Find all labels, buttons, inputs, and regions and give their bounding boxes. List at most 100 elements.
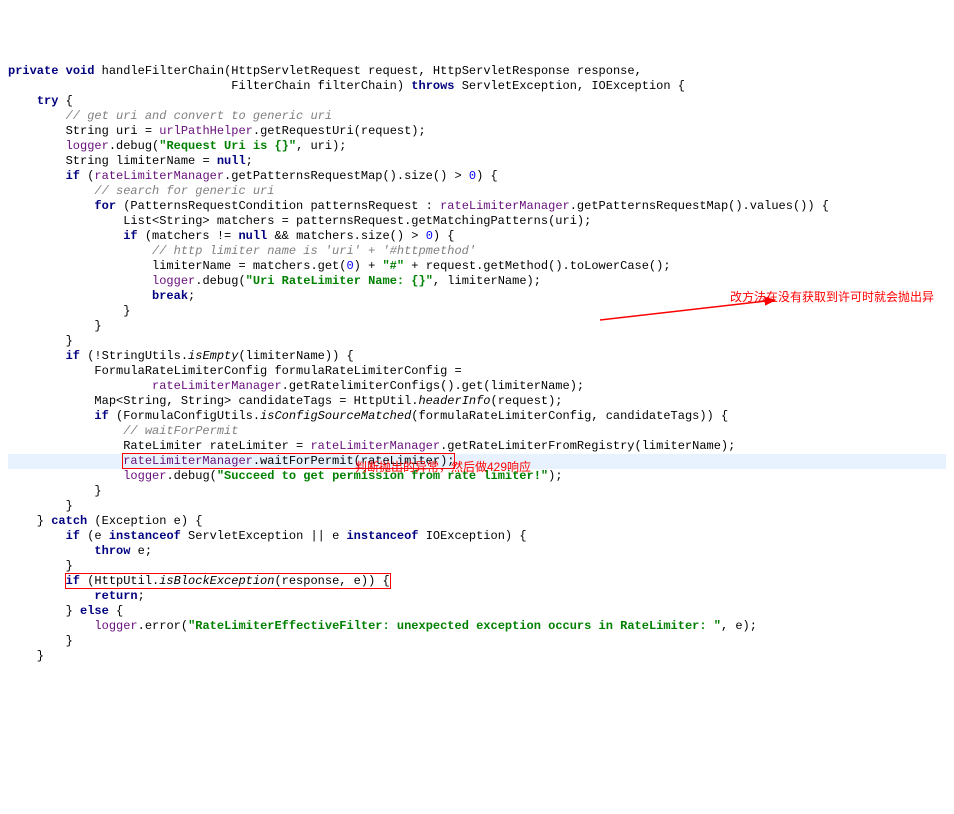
code: IOException) { <box>419 529 527 543</box>
code: (HttpUtil. <box>80 574 159 588</box>
code: (limiterName)) { <box>238 349 353 363</box>
field: logger <box>94 619 137 633</box>
method-name: handleFilterChain <box>102 64 224 78</box>
call: .getPatternsRequestMap().values()) { <box>570 199 829 213</box>
call: .getRateLimiterFromRegistry(limiterName)… <box>440 439 735 453</box>
keyword-null: null <box>238 229 267 243</box>
param-name: filterChain <box>318 79 397 93</box>
annotation-text-1: 改方法在没有获取到许可时就会抛出异 <box>730 290 934 305</box>
keyword-throws: throws <box>411 79 454 93</box>
code-line: FormulaRateLimiterConfig formulaRateLimi… <box>94 364 461 378</box>
string: "Uri RateLimiter Name: {}" <box>246 274 433 288</box>
code-editor[interactable]: private void handleFilterChain ( HttpServl… <box>8 64 946 664</box>
keyword-else: else <box>80 604 109 618</box>
code: (response, e)) { <box>274 574 389 588</box>
code: ServletException || e <box>181 529 347 543</box>
number: 0 <box>469 169 476 183</box>
comment: // get uri and convert to generic uri <box>66 109 332 123</box>
call: .getPatternsRequestMap().size() > <box>224 169 469 183</box>
static-method: isConfigSourceMatched <box>260 409 411 423</box>
param-name: response <box>577 64 635 78</box>
code: , e); <box>721 619 757 633</box>
code: e; <box>130 544 152 558</box>
comment: // waitForPermit <box>123 424 238 438</box>
field: rateLimiterManager <box>310 439 440 453</box>
field: urlPathHelper <box>159 124 253 138</box>
code: ) { <box>476 169 498 183</box>
keyword-instanceof: instanceof <box>346 529 418 543</box>
keyword-break: break <box>152 289 188 303</box>
var: uri <box>116 124 138 138</box>
keyword-for: for <box>94 199 116 213</box>
code: ) { <box>433 229 455 243</box>
comment: // http limiter name is 'uri' + '#httpme… <box>152 244 476 258</box>
code: (matchers != <box>138 229 239 243</box>
code: && matchers.size() > <box>267 229 425 243</box>
highlight-box-2: if (HttpUtil.isBlockException(response, … <box>66 574 390 588</box>
keyword-throw: throw <box>94 544 130 558</box>
static-method: isEmpty <box>188 349 238 363</box>
code: (request); <box>491 394 563 408</box>
param-name: request <box>368 64 418 78</box>
code: ); <box>548 469 562 483</box>
number: 0 <box>346 259 353 273</box>
param-type: HttpServletResponse <box>433 64 570 78</box>
exception-type: IOException <box>591 79 670 93</box>
code: = <box>195 154 217 168</box>
keyword-if: if <box>123 229 137 243</box>
field: rateLimiterManager <box>152 379 282 393</box>
call: .getRequestUri(request); <box>253 124 426 138</box>
keyword-catch: catch <box>51 514 87 528</box>
field: rateLimiterManager <box>123 454 253 468</box>
param-type: FilterChain <box>231 79 310 93</box>
keyword-return: return <box>94 589 137 603</box>
keyword-if: if <box>66 349 80 363</box>
call: .debug( <box>166 469 216 483</box>
code: + request.getMethod().toLowerCase(); <box>404 259 670 273</box>
keyword-if: if <box>66 169 80 183</box>
keyword-private: private <box>8 64 58 78</box>
code: ( <box>80 169 94 183</box>
code: (FormulaConfigUtils. <box>109 409 260 423</box>
string: "Request Uri is {}" <box>159 139 296 153</box>
string: "RateLimiterEffectiveFilter: unexpected … <box>188 619 721 633</box>
code: (PatternsRequestCondition patternsReques… <box>116 199 440 213</box>
keyword-null: null <box>217 154 246 168</box>
keyword-instanceof: instanceof <box>109 529 181 543</box>
call: .debug( <box>195 274 245 288</box>
code: Map<String, String> candidateTags = Http… <box>94 394 418 408</box>
keyword-if: if <box>66 529 80 543</box>
code: , uri); <box>296 139 346 153</box>
keyword-if: if <box>94 409 108 423</box>
keyword-void: void <box>66 64 95 78</box>
annotation-text-2: 判断抛出的异常，然后做429响应 <box>355 460 531 475</box>
call: .getRatelimiterConfigs().get(limiterName… <box>282 379 584 393</box>
code: (!StringUtils. <box>80 349 188 363</box>
static-method: isBlockException <box>159 574 274 588</box>
comment: // search for generic uri <box>94 184 274 198</box>
exception-type: ServletException <box>462 79 577 93</box>
param-type: HttpServletRequest <box>231 64 361 78</box>
field: rateLimiterManager <box>440 199 570 213</box>
static-method: headerInfo <box>418 394 490 408</box>
field: rateLimiterManager <box>94 169 224 183</box>
code: RateLimiter rateLimiter = <box>123 439 310 453</box>
var: limiterName <box>116 154 195 168</box>
call: .debug( <box>109 139 159 153</box>
number: 0 <box>426 229 433 243</box>
code: (e <box>80 529 109 543</box>
code: (Exception e) { <box>87 514 202 528</box>
keyword-if: if <box>66 574 80 588</box>
code: ) + <box>354 259 383 273</box>
field: logger <box>152 274 195 288</box>
code-line: List<String> matchers = patternsRequest.… <box>123 214 591 228</box>
keyword-try: try <box>37 94 59 108</box>
field: logger <box>123 469 166 483</box>
type: String <box>66 154 109 168</box>
field: logger <box>66 139 109 153</box>
code: limiterName = matchers.get( <box>152 259 346 273</box>
type: String <box>66 124 109 138</box>
string: "#" <box>382 259 404 273</box>
code: , limiterName); <box>433 274 541 288</box>
call: .error( <box>138 619 188 633</box>
